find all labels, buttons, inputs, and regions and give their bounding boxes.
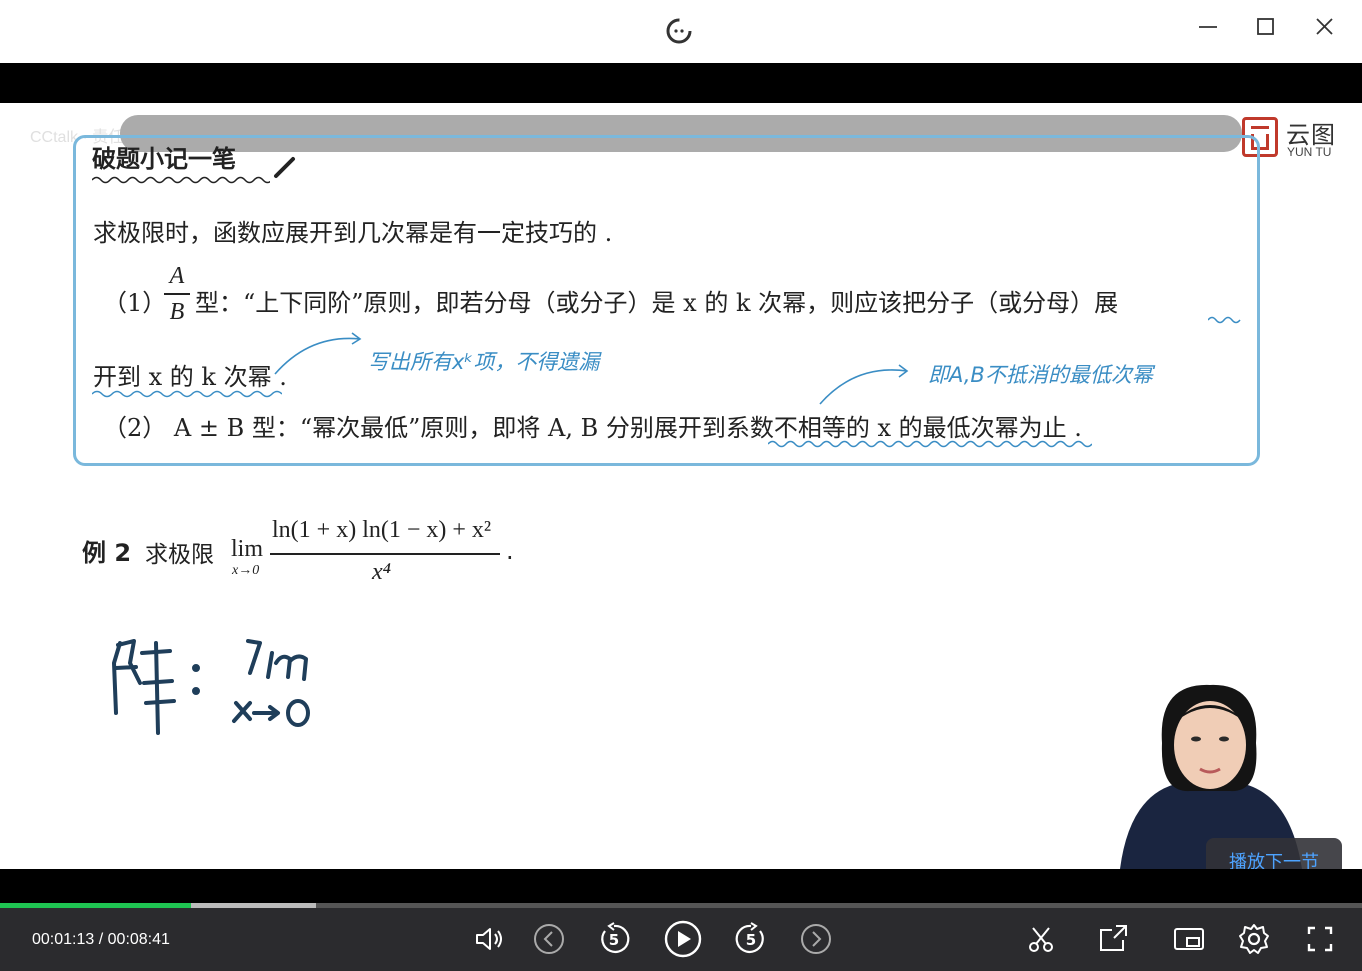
limit-operator: lim	[231, 536, 264, 562]
rewind-5-icon[interactable]: 5	[597, 922, 631, 956]
total-time: 00:08:41	[107, 931, 170, 948]
video-frame[interactable]: CCtalk · 责任。 云图 YUN TU 破题小记一笔 求极限时，函数应展开…	[0, 103, 1362, 869]
current-time: 00:01:13	[32, 931, 95, 948]
limit-subscript: x→0	[232, 563, 260, 578]
note-title: 破题小记一笔	[92, 145, 236, 173]
title-underline	[92, 176, 270, 184]
intro-text: 求极限时，函数应展开到几次幂是有一定技巧的 .	[93, 219, 613, 247]
example-period: .	[506, 537, 514, 565]
rule1-continued: 开到 x 的 k 次幂 .	[93, 363, 287, 391]
example-label: 例 2	[82, 539, 132, 567]
rule1-text: 型：“上下同阶”原则，即若分母（或分子）是 x 的 k 次幂，则应该把分子（或分…	[195, 289, 1119, 317]
prev-icon[interactable]	[532, 922, 566, 956]
svg-text:5: 5	[746, 931, 756, 949]
time-separator: /	[98, 931, 104, 948]
maximize-icon[interactable]	[1253, 14, 1279, 40]
play-icon[interactable]	[663, 919, 703, 959]
annotation-arrow-2	[819, 364, 909, 405]
pip-icon[interactable]	[1172, 922, 1206, 956]
clip-icon[interactable]	[1024, 922, 1058, 956]
fraction-bar	[270, 553, 500, 555]
pencil-icon	[274, 157, 295, 178]
settings-icon[interactable]	[1237, 922, 1271, 956]
annotation-1: 写出所有xᵏ项，不得遗漏	[368, 350, 600, 374]
video-top-letterbox	[0, 63, 1362, 103]
title-bar	[0, 0, 1362, 63]
fullscreen-icon[interactable]	[1303, 922, 1337, 956]
annotation-arrow-1	[274, 332, 362, 375]
annotation-2: 即A,B不抵消的最低次幂	[928, 363, 1153, 387]
fraction-numerator: A	[169, 263, 185, 289]
control-panel: 00:01:13 / 00:08:41 5 5	[0, 908, 1362, 971]
time-display: 00:01:13 / 00:08:41	[32, 931, 170, 949]
rule2-underline	[768, 440, 1092, 448]
example-numerator: ln(1 + x) ln(1 − x) + x²	[272, 517, 492, 543]
rule1-underline	[92, 390, 282, 398]
fraction-denominator: B	[169, 299, 185, 325]
forward-5-icon[interactable]: 5	[734, 922, 768, 956]
share-icon[interactable]	[1096, 922, 1130, 956]
rule2-text: （2） A ± B 型：“幂次最低”原则，即将 A, B 分别展开到系数不相等的…	[103, 414, 1082, 442]
player-logo-icon	[666, 18, 692, 44]
handwritten-solution	[112, 639, 310, 735]
example-denominator: x⁴	[372, 559, 391, 585]
rule1-fraction: A B	[164, 263, 190, 326]
play-next-section-button[interactable]: 播放下一节	[1206, 838, 1342, 869]
volume-icon[interactable]	[472, 922, 506, 956]
minimize-icon[interactable]	[1195, 14, 1221, 40]
brand-name-en: YUN TU	[1287, 145, 1332, 159]
svg-text:5: 5	[609, 931, 619, 949]
close-icon[interactable]	[1312, 14, 1338, 40]
next-icon[interactable]	[799, 922, 833, 956]
rule1-number: （1）	[103, 289, 167, 317]
example-text: 求极限	[145, 542, 214, 568]
rule1-underline-end	[1208, 316, 1241, 324]
